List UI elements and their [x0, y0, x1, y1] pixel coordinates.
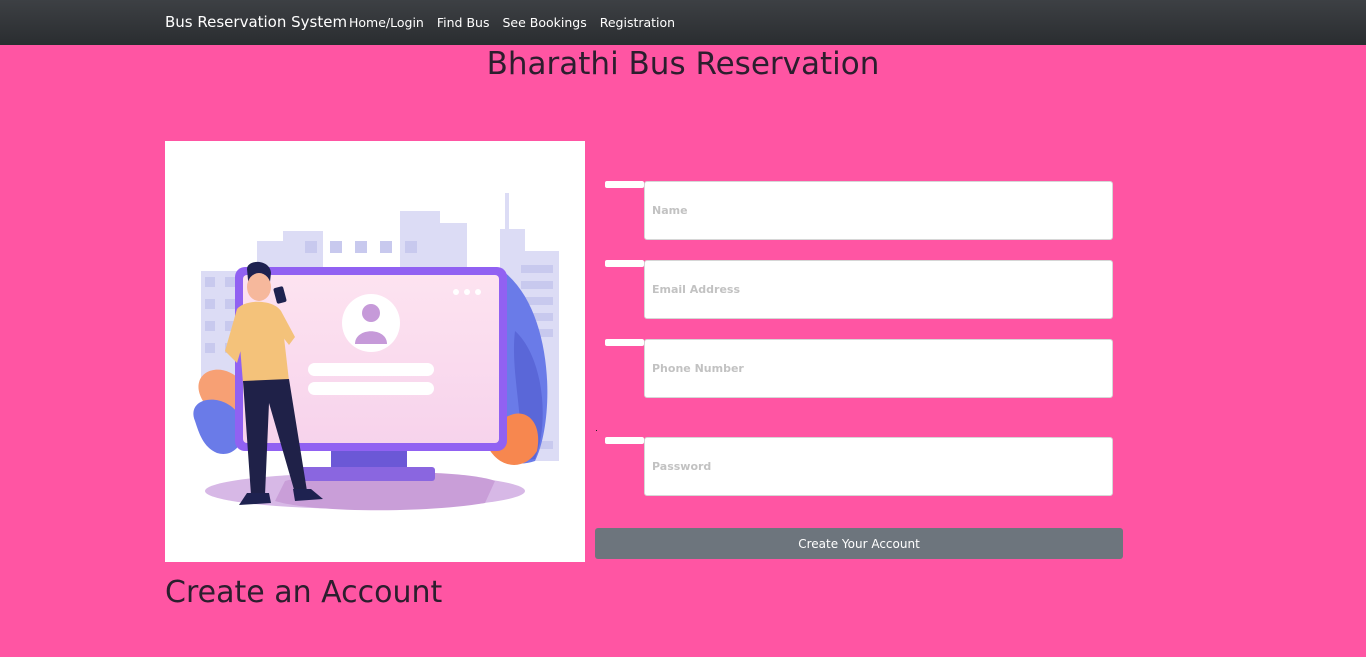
nav-find-bus[interactable]: Find Bus [437, 15, 490, 30]
create-account-button[interactable]: Create Your Account [595, 528, 1123, 559]
email-field-tab [605, 260, 644, 267]
page-title: Bharathi Bus Reservation [486, 46, 880, 82]
nav-home-login[interactable]: Home/Login [349, 15, 424, 30]
password-field-tab [605, 437, 644, 444]
name-input[interactable] [644, 181, 1113, 240]
phone-input[interactable] [644, 339, 1113, 398]
name-field-tab [605, 181, 644, 188]
brand-link[interactable]: Bus Reservation System [165, 13, 347, 31]
section-title: Create an Account [165, 575, 443, 610]
nav-see-bookings[interactable]: See Bookings [502, 15, 586, 30]
person-with-monitor-illustration [193, 193, 559, 511]
phone-field-tab [605, 339, 644, 346]
password-input[interactable] [644, 437, 1113, 496]
stray-dot [596, 430, 597, 431]
nav-registration[interactable]: Registration [600, 15, 675, 30]
top-navbar: Bus Reservation System Home/Login Find B… [0, 0, 1366, 45]
nav-links: Home/Login Find Bus See Bookings Registr… [349, 15, 688, 30]
email-input[interactable] [644, 260, 1113, 319]
signup-illustration [165, 141, 585, 562]
